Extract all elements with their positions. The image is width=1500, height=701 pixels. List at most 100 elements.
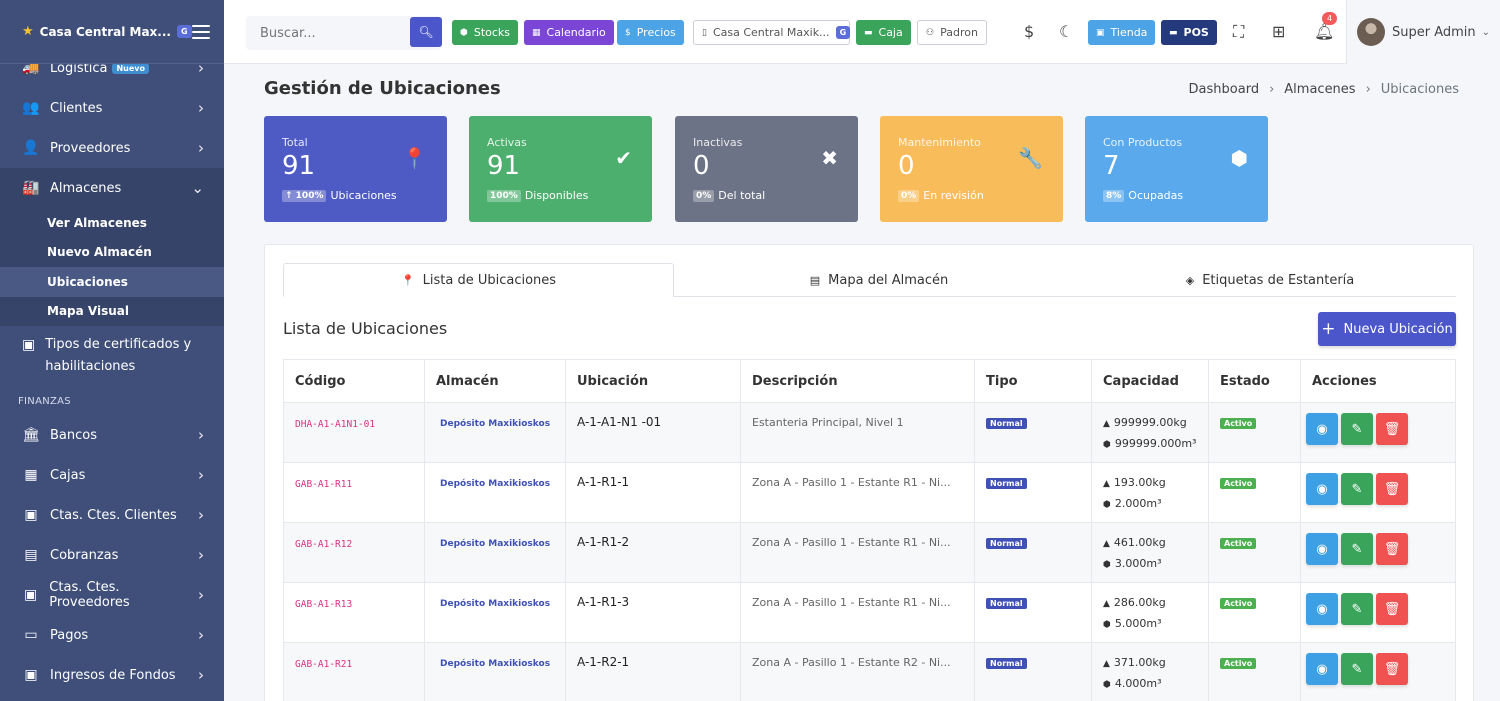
stocks-button[interactable]: ⬢ Stocks bbox=[452, 20, 519, 45]
sidebar-item-label: Tipos de certificados y habilitaciones bbox=[45, 337, 192, 374]
column-header[interactable]: Estado bbox=[1208, 359, 1301, 403]
calendario-button[interactable]: ▦ Calendario bbox=[524, 20, 614, 45]
pos-button[interactable]: ▬ POS bbox=[1161, 20, 1217, 45]
padron-button[interactable]: ⚇ Padron bbox=[917, 20, 987, 45]
edit-button[interactable]: ✎ bbox=[1341, 593, 1373, 625]
row-actions: ◉ ✎ 🗑︎ bbox=[1306, 593, 1455, 625]
stat-percent: 100% bbox=[487, 189, 521, 202]
status-cell: Activo bbox=[1208, 402, 1301, 463]
breadcrumb-dashboard[interactable]: Dashboard bbox=[1189, 82, 1260, 97]
edit-button[interactable]: ✎ bbox=[1341, 653, 1373, 685]
delete-button[interactable]: 🗑︎ bbox=[1376, 533, 1408, 565]
column-header[interactable]: Descripción bbox=[740, 359, 975, 403]
stat-percent: 0% bbox=[693, 189, 715, 202]
sidebar-item-proveedores[interactable]: 👤 Proveedores › bbox=[0, 128, 224, 168]
sucursal-label: Casa Central Maxik... bbox=[712, 26, 830, 39]
warehouse-name[interactable]: Depósito Maxikioskos bbox=[424, 462, 566, 523]
sidebar-item-finanzas[interactable]: ▣ Ctas. Ctes. Clientes › bbox=[0, 495, 224, 535]
chevron-right-icon: › bbox=[198, 546, 204, 564]
sidebar-item-label: Ctas. Ctes. Clientes bbox=[50, 507, 177, 523]
brand-name: Casa Central Max... bbox=[39, 24, 171, 39]
delete-button[interactable]: 🗑︎ bbox=[1376, 593, 1408, 625]
capacity-weight-value: 371.00kg bbox=[1113, 656, 1166, 669]
map-marker-icon: 📍 bbox=[402, 146, 427, 170]
warehouse-name[interactable]: Depósito Maxikioskos bbox=[424, 642, 566, 701]
view-button[interactable]: ◉ bbox=[1306, 473, 1338, 505]
edit-button[interactable]: ✎ bbox=[1341, 473, 1373, 505]
sidebar-subitem-ver-almacenes[interactable]: Ver Almacenes bbox=[0, 208, 224, 238]
tienda-button[interactable]: ▣ Tienda bbox=[1088, 20, 1156, 45]
warehouse-name[interactable]: Depósito Maxikioskos bbox=[424, 402, 566, 463]
stocks-label: Stocks bbox=[473, 26, 511, 39]
capacity-volume-value: 3.000m³ bbox=[1114, 557, 1162, 570]
delete-button[interactable]: 🗑︎ bbox=[1376, 653, 1408, 685]
table-row: GAB-A1-R12 Depósito Maxikioskos A-1-R1-2… bbox=[283, 522, 1456, 583]
caja-button[interactable]: ▬ Caja bbox=[856, 20, 911, 45]
currency-icon[interactable]: $ bbox=[1024, 22, 1034, 41]
stat-footer: 0% En revisión bbox=[898, 189, 1045, 202]
delete-button[interactable]: 🗑︎ bbox=[1376, 473, 1408, 505]
pos-label: POS bbox=[1183, 26, 1209, 39]
sidebar-item-finanzas[interactable]: ▭ Pagos › bbox=[0, 615, 224, 655]
location-description: Zona A - Pasillo 1 - Estante R1 - Ni... bbox=[740, 582, 975, 643]
warehouse-name[interactable]: Depósito Maxikioskos bbox=[424, 522, 566, 583]
column-header[interactable]: Almacén bbox=[424, 359, 566, 403]
dark-mode-moon-icon[interactable]: ☾ bbox=[1059, 22, 1073, 41]
search-input[interactable] bbox=[246, 25, 396, 41]
chevron-right-icon: › bbox=[198, 626, 204, 644]
capacity-cell: ▲ 193.00kg ⬢ 2.000m³ bbox=[1091, 462, 1209, 523]
user-name: Super Admin bbox=[1392, 24, 1476, 40]
breadcrumb-almacenes[interactable]: Almacenes bbox=[1284, 82, 1355, 97]
column-header[interactable]: Capacidad bbox=[1091, 359, 1209, 403]
sidebar-subitem-mapa-visual[interactable]: Mapa Visual bbox=[0, 297, 224, 327]
column-header[interactable]: Ubicación bbox=[565, 359, 741, 403]
sidebar-item-finanzas[interactable]: ▦ Cajas › bbox=[0, 455, 224, 495]
breadcrumb-ubicaciones: Ubicaciones bbox=[1380, 82, 1459, 97]
type-cell: Normal bbox=[974, 462, 1092, 523]
sidebar-item-finanzas[interactable]: ▣ Ingresos de Fondos › bbox=[0, 655, 224, 695]
sidebar-subitem-nuevo-almacen[interactable]: Nuevo Almacén bbox=[0, 238, 224, 268]
caja-label: Caja bbox=[878, 26, 903, 39]
weight-icon: ▲ bbox=[1103, 419, 1110, 429]
sidebar-item-clientes[interactable]: 👥 Clientes › bbox=[0, 88, 224, 128]
hamburger-menu-icon[interactable] bbox=[192, 24, 210, 39]
delete-button[interactable]: 🗑︎ bbox=[1376, 413, 1408, 445]
view-button[interactable]: ◉ bbox=[1306, 593, 1338, 625]
capacity-volume-value: 2.000m³ bbox=[1114, 497, 1162, 510]
column-header[interactable]: Código bbox=[283, 359, 425, 403]
column-header[interactable]: Tipo bbox=[974, 359, 1092, 403]
tab-mapa-almacen[interactable]: ▤ Mapa del Almacén bbox=[674, 263, 1084, 297]
chevron-right-icon: › bbox=[198, 426, 204, 444]
fullscreen-icon[interactable]: ⛶ bbox=[1233, 22, 1244, 42]
tab-etiquetas-estanteria[interactable]: ◈ Etiquetas de Estantería bbox=[1084, 263, 1456, 297]
sucursal-selector[interactable]: ▯ Casa Central Maxik... G bbox=[693, 20, 851, 45]
sidebar-item-certificados[interactable]: ▣ Tipos de certificados y habilitaciones bbox=[0, 326, 224, 386]
sidebar-subitem-ubicaciones[interactable]: Ubicaciones bbox=[0, 267, 224, 297]
user-menu[interactable]: Super Admin ⌄ bbox=[1346, 0, 1500, 64]
view-button[interactable]: ◉ bbox=[1306, 413, 1338, 445]
sucursal-badge: G bbox=[835, 26, 851, 39]
chevron-right-icon: › bbox=[198, 466, 204, 484]
user-check-icon: ⚇ bbox=[926, 27, 935, 38]
view-button[interactable]: ◉ bbox=[1306, 653, 1338, 685]
stat-card: Inactivas 0 0% Del total ✖ bbox=[675, 116, 858, 222]
sidebar-item-finanzas[interactable]: 🏛 Bancos › bbox=[0, 415, 224, 455]
sidebar-item-finanzas[interactable]: ▣ Ctas. Ctes. Proveedores › bbox=[0, 575, 224, 615]
sidebar-item-finanzas[interactable]: ▤ Cobranzas › bbox=[0, 535, 224, 575]
location-description: Zona A - Pasillo 1 - Estante R1 - Ni... bbox=[740, 522, 975, 583]
sidebar-item-almacenes[interactable]: 🏭 Almacenes ⌄ bbox=[0, 168, 224, 208]
search-button[interactable]: 🔍︎ bbox=[410, 17, 442, 47]
stat-text: Del total bbox=[718, 189, 766, 202]
precios-button[interactable]: $ Precios bbox=[617, 20, 684, 45]
apps-grid-icon[interactable]: ⊞ bbox=[1272, 22, 1285, 41]
edit-button[interactable]: ✎ bbox=[1341, 413, 1373, 445]
breadcrumb: Dashboard › Almacenes › Ubicaciones bbox=[1189, 82, 1459, 97]
tab-lista-ubicaciones[interactable]: 📍 Lista de Ubicaciones bbox=[283, 263, 674, 297]
new-location-button[interactable]: + Nueva Ubicación bbox=[1318, 312, 1456, 346]
table-body: DHA-A1-A1N1-01 Depósito Maxikioskos A-1-… bbox=[283, 402, 1456, 701]
view-button[interactable]: ◉ bbox=[1306, 533, 1338, 565]
edit-button[interactable]: ✎ bbox=[1341, 533, 1373, 565]
chevron-right-icon: › bbox=[198, 666, 204, 684]
warehouse-name[interactable]: Depósito Maxikioskos bbox=[424, 582, 566, 643]
page-title: Gestión de Ubicaciones bbox=[264, 78, 501, 99]
